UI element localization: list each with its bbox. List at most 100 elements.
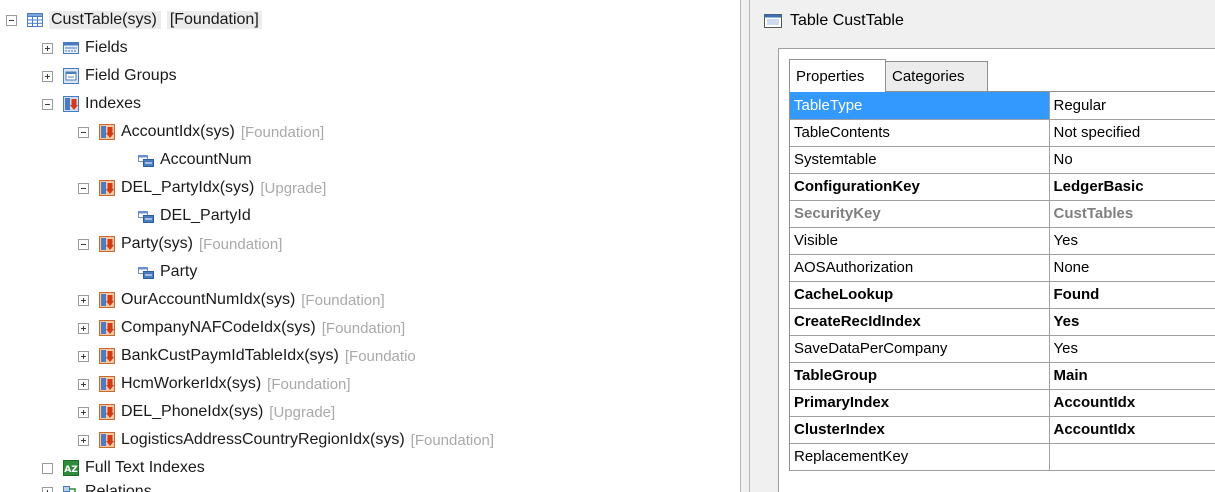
collapse-icon[interactable] xyxy=(78,238,89,250)
tree-node-relations[interactable]: Relations xyxy=(42,478,152,492)
index-icon xyxy=(99,404,115,420)
property-name[interactable]: AOSAuthorization xyxy=(790,254,1050,282)
property-row[interactable]: SecurityKey CustTables xyxy=(790,200,1215,228)
expand-icon[interactable] xyxy=(78,434,89,446)
property-name[interactable]: ClusterIndex xyxy=(790,416,1050,444)
property-value[interactable]: AccountIdx xyxy=(1049,389,1215,417)
collapse-icon[interactable] xyxy=(78,182,89,194)
tree-node-label: DEL_PhoneIdx(sys) xyxy=(121,403,264,420)
indexes-icon xyxy=(63,96,79,112)
property-window-titlebar[interactable]: Table CustTable xyxy=(750,0,1215,42)
tree-node-index[interactable]: CompanyNAFCodeIdx(sys) [Foundation] xyxy=(78,314,405,342)
tree-node-index[interactable]: LogisticsAddressCountryRegionIdx(sys) [F… xyxy=(78,426,494,454)
property-row[interactable]: TableContents Not specified xyxy=(790,119,1215,147)
tree-node-index[interactable]: BankCustPaymIdTableIdx(sys) [Foundatio xyxy=(78,342,416,370)
collapse-icon[interactable] xyxy=(42,98,53,110)
tree-node-label: Party(sys) xyxy=(121,235,193,252)
property-value[interactable]: None xyxy=(1049,254,1215,282)
property-row[interactable]: Visible Yes xyxy=(790,227,1215,255)
primary-index-icon xyxy=(99,124,115,140)
property-row[interactable]: CreateRecIdIndex Yes xyxy=(790,308,1215,336)
index-field-icon xyxy=(138,152,154,168)
property-row[interactable]: AOSAuthorization None xyxy=(790,254,1215,282)
property-name[interactable]: ReplacementKey xyxy=(790,443,1050,471)
property-row[interactable]: Systemtable No xyxy=(790,146,1215,174)
tree-node-custtable[interactable]: CustTable(sys) [Foundation] xyxy=(6,6,262,34)
tree-node-index-field[interactable]: AccountNum xyxy=(138,146,252,174)
property-row[interactable]: TableType Regular xyxy=(790,92,1215,120)
property-row[interactable]: CacheLookup Found xyxy=(790,281,1215,309)
tree-node-layer: [Foundation] xyxy=(166,11,262,29)
field-groups-icon xyxy=(63,68,79,84)
tree-node-field-groups[interactable]: Field Groups xyxy=(42,62,177,90)
property-value[interactable] xyxy=(1049,443,1215,471)
tab-properties[interactable]: Properties xyxy=(789,59,886,92)
tree-node-index[interactable]: AccountIdx(sys) [Foundation] xyxy=(78,118,324,146)
tree-node-index-field[interactable]: Party xyxy=(138,258,197,286)
property-name[interactable]: TableGroup xyxy=(790,362,1050,390)
property-value[interactable]: Yes xyxy=(1049,308,1215,336)
property-value[interactable]: Not specified xyxy=(1049,119,1215,147)
property-value[interactable]: Main xyxy=(1049,362,1215,390)
tree-node-layer: [Foundation] xyxy=(321,319,406,337)
tree-node-fields[interactable]: Fields xyxy=(42,34,128,62)
tree-node-index[interactable]: DEL_PartyIdx(sys) [Upgrade] xyxy=(78,174,326,202)
property-name[interactable]: CacheLookup xyxy=(790,281,1050,309)
property-value[interactable]: LedgerBasic xyxy=(1049,173,1215,201)
tree-node-label: LogisticsAddressCountryRegionIdx(sys) xyxy=(121,431,405,448)
tree-node-label: Field Groups xyxy=(85,67,177,84)
property-value[interactable]: Yes xyxy=(1049,227,1215,255)
expand-icon[interactable] xyxy=(78,406,89,418)
property-row[interactable]: TableGroup Main xyxy=(790,362,1215,390)
property-value[interactable]: CustTables xyxy=(1049,200,1215,228)
tree-node-index[interactable]: Party(sys) [Foundation] xyxy=(78,230,282,258)
property-row[interactable]: ReplacementKey xyxy=(790,443,1215,471)
tree-node-index[interactable]: OurAccountNumIdx(sys) [Foundation] xyxy=(78,286,385,314)
property-value[interactable]: Regular xyxy=(1049,92,1215,120)
tree-node-index-field[interactable]: DEL_PartyId xyxy=(138,202,251,230)
property-row[interactable]: ConfigurationKey LedgerBasic xyxy=(790,173,1215,201)
property-row[interactable]: SaveDataPerCompany Yes xyxy=(790,335,1215,363)
pane-splitter[interactable] xyxy=(740,0,750,492)
expand-icon[interactable] xyxy=(42,42,53,54)
tab-categories[interactable]: Categories xyxy=(886,61,988,91)
tree-node-label: AccountIdx(sys) xyxy=(121,123,235,140)
expand-icon[interactable] xyxy=(78,350,89,362)
tree-node-index[interactable]: HcmWorkerIdx(sys) [Foundation] xyxy=(78,370,351,398)
tree-node-indexes[interactable]: Indexes xyxy=(42,90,141,118)
property-value[interactable]: Yes xyxy=(1049,335,1215,363)
property-name[interactable]: ConfigurationKey xyxy=(790,173,1050,201)
index-icon xyxy=(99,292,115,308)
property-name[interactable]: Systemtable xyxy=(790,146,1050,174)
property-value[interactable]: AccountIdx xyxy=(1049,416,1215,444)
index-icon xyxy=(99,432,115,448)
expand-icon[interactable] xyxy=(78,378,89,390)
collapse-icon[interactable] xyxy=(6,14,17,26)
expand-icon[interactable] xyxy=(78,322,89,334)
expand-icon[interactable] xyxy=(78,294,89,306)
tree-node-layer: [Foundation] xyxy=(199,235,283,253)
tree-node-layer: [Foundatio xyxy=(344,347,416,365)
collapse-icon[interactable] xyxy=(78,126,89,138)
expand-icon[interactable] xyxy=(42,70,53,82)
tree-node-label: DEL_PartyIdx(sys) xyxy=(121,179,255,196)
property-name[interactable]: SaveDataPerCompany xyxy=(790,335,1050,363)
property-window-body: Properties Categories TableType Regular Ta… xyxy=(778,48,1215,492)
property-name[interactable]: TableType xyxy=(790,92,1050,120)
tree-node-label: Relations xyxy=(85,483,152,492)
tree-node-layer: [Upgrade] xyxy=(260,179,327,197)
property-name[interactable]: Visible xyxy=(790,227,1050,255)
property-name[interactable]: TableContents xyxy=(790,119,1050,147)
property-value[interactable]: No xyxy=(1049,146,1215,174)
property-value[interactable]: Found xyxy=(1049,281,1215,309)
table-icon xyxy=(27,12,43,28)
property-name[interactable]: SecurityKey xyxy=(790,200,1050,228)
property-row[interactable]: PrimaryIndex AccountIdx xyxy=(790,389,1215,417)
property-row[interactable]: ClusterIndex AccountIdx xyxy=(790,416,1215,444)
full-text-index-icon xyxy=(63,460,79,476)
property-name[interactable]: CreateRecIdIndex xyxy=(790,308,1050,336)
tree-node-layer: [Foundation] xyxy=(301,291,385,309)
property-name[interactable]: PrimaryIndex xyxy=(790,389,1050,417)
expand-icon[interactable] xyxy=(42,486,53,492)
tree-node-index[interactable]: DEL_PhoneIdx(sys) [Upgrade] xyxy=(78,398,335,426)
